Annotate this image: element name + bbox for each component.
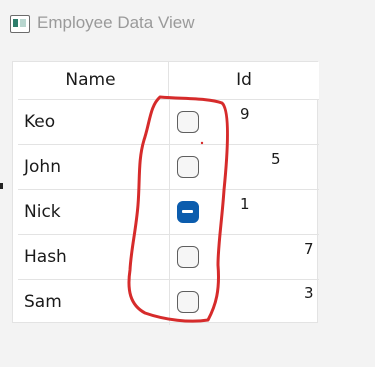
name-cell: Nick — [24, 202, 61, 222]
row-checkbox[interactable] — [177, 156, 199, 178]
row-checkbox[interactable] — [177, 111, 199, 133]
name-cell: Sam — [24, 292, 62, 312]
app-icon — [10, 15, 30, 33]
id-cell: 5 — [271, 150, 281, 168]
name-cell: John — [24, 157, 61, 177]
window-title: Employee Data View — [37, 13, 195, 32]
id-cell: 1 — [240, 195, 250, 213]
name-cell: Hash — [24, 247, 67, 267]
id-cell: 7 — [304, 240, 314, 258]
id-cell: 3 — [304, 284, 314, 302]
row-checkbox[interactable] — [177, 291, 199, 313]
row-checkbox[interactable] — [177, 246, 199, 268]
table-row[interactable]: John 5 — [18, 144, 319, 190]
table-row[interactable]: Keo 9 — [18, 99, 319, 145]
column-header-name[interactable]: Name — [13, 62, 169, 99]
table-row[interactable]: Sam 3 — [18, 279, 319, 325]
edge-mark — [0, 183, 3, 189]
column-header-id[interactable]: Id — [169, 62, 319, 99]
table-row[interactable]: Hash 7 — [18, 234, 319, 280]
app-window: Employee Data View Name Id Keo 9 John 5 … — [0, 0, 375, 367]
grid-header: Name Id — [13, 62, 319, 99]
id-cell: 9 — [240, 105, 250, 123]
title-bar[interactable]: Employee Data View — [0, 0, 375, 48]
row-checkbox-indeterminate[interactable] — [177, 201, 199, 223]
name-cell: Keo — [24, 112, 56, 132]
table-row[interactable]: Nick 1 — [18, 189, 319, 235]
employee-data-grid: Name Id Keo 9 John 5 Nick 1 Hash 7 Sam 3 — [12, 61, 319, 325]
